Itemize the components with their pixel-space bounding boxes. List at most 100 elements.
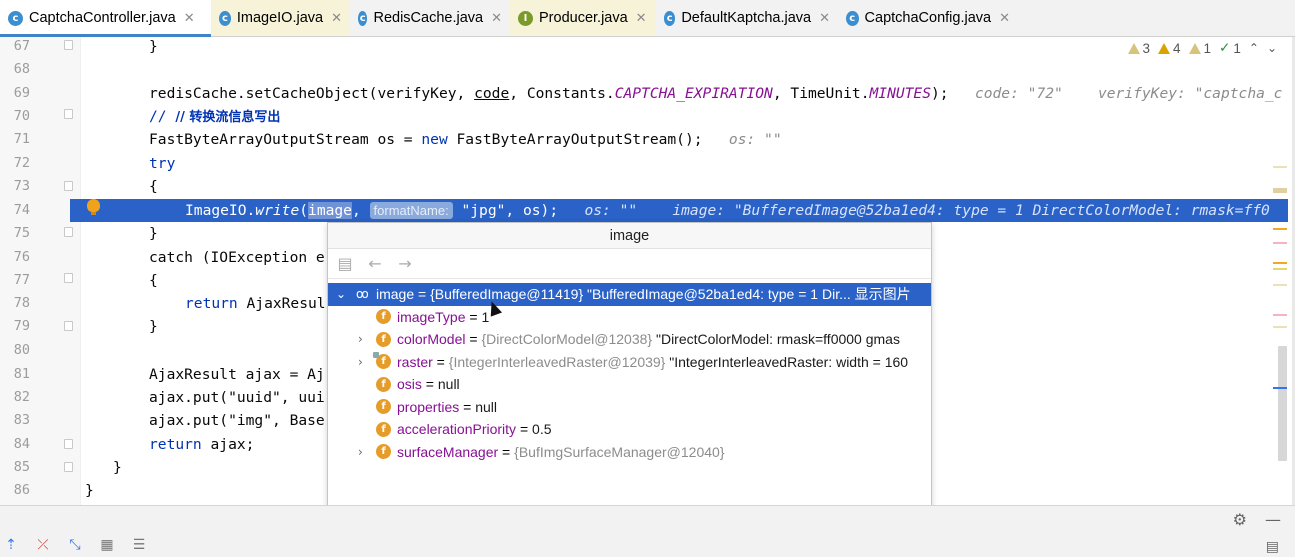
chevron-right-icon[interactable]: ›: [358, 445, 363, 459]
chevron-right-icon[interactable]: ›: [358, 332, 363, 346]
error-stripe-mark[interactable]: [1273, 326, 1287, 328]
code-line-67[interactable]: }: [85, 35, 1283, 58]
fold-marker[interactable]: [64, 181, 73, 191]
fold-marker[interactable]: [64, 109, 73, 119]
line-number[interactable]: 75: [0, 225, 30, 241]
code-text: ,: [351, 202, 370, 219]
tab-defaultkaptcha[interactable]: c DefaultKaptcha.java ✕: [656, 0, 838, 36]
fold-marker[interactable]: [64, 227, 73, 237]
run-to-cursor-icon[interactable]: ⤡: [64, 536, 86, 554]
error-stripe-mark[interactable]: [1273, 387, 1287, 389]
tree-row-surfacemanager[interactable]: › f surfaceManager = {BufImgSurfaceManag…: [328, 441, 931, 464]
chevron-down-icon[interactable]: ⌄: [336, 287, 346, 301]
interface-icon: I: [518, 10, 533, 26]
row-text: osis = null: [397, 376, 460, 393]
popup-title[interactable]: image: [328, 223, 931, 249]
tree-row-accelerationpriority[interactable]: f accelerationPriority = 0.5: [328, 418, 931, 441]
minimize-icon[interactable]: —: [1265, 510, 1281, 529]
error-stripe-mark[interactable]: [1273, 268, 1287, 270]
line-number[interactable]: 72: [0, 155, 30, 171]
error-stripe-mark[interactable]: [1273, 242, 1287, 244]
fold-marker[interactable]: [64, 273, 73, 283]
code-line-73[interactable]: {: [85, 175, 1283, 198]
line-number[interactable]: 80: [0, 342, 30, 358]
fold-marker[interactable]: [64, 40, 73, 50]
layout-icon[interactable]: ▤: [1266, 539, 1279, 555]
line-number[interactable]: 79: [0, 318, 30, 334]
line-number[interactable]: 85: [0, 459, 30, 475]
close-icon[interactable]: ✕: [184, 11, 195, 26]
tree-row-imagetype[interactable]: f imageType = 1: [328, 306, 931, 329]
row-text: accelerationPriority = 0.5: [397, 421, 552, 438]
error-stripe-mark[interactable]: [1273, 314, 1287, 316]
weak-warnings-count[interactable]: 4: [1158, 41, 1181, 56]
tree-row-image[interactable]: ⌄ oo image = {BufferedImage@11419} "Buff…: [328, 283, 931, 306]
tab-captchaconfig[interactable]: c CaptchaConfig.java ✕: [838, 0, 1018, 36]
line-number[interactable]: 83: [0, 412, 30, 428]
field-icon: f: [376, 444, 391, 460]
tree-icon[interactable]: ▤: [336, 254, 354, 273]
code-line-70[interactable]: // // 转换流信息写出: [85, 105, 1283, 128]
fold-marker[interactable]: [64, 439, 73, 449]
line-number[interactable]: 86: [0, 482, 30, 498]
close-icon[interactable]: ✕: [819, 11, 830, 26]
inspection-widget[interactable]: 3 4 1 ✓ 1 ⌃ ⌄: [1127, 40, 1277, 56]
tree-row-osis[interactable]: f osis = null: [328, 373, 931, 396]
passed-count[interactable]: ✓ 1: [1219, 40, 1241, 56]
editor-scrollbar-thumb[interactable]: [1278, 346, 1287, 461]
tab-captcha-controller[interactable]: c CaptchaController.java ✕: [0, 0, 211, 37]
error-stripe-mark[interactable]: [1273, 188, 1287, 193]
chevron-up-icon[interactable]: ⌃: [1249, 41, 1259, 55]
gear-icon[interactable]: ⚙: [1233, 510, 1247, 529]
selected-token[interactable]: image: [308, 202, 352, 219]
chevron-right-icon[interactable]: ›: [358, 355, 363, 369]
row-text: surfaceManager = {BufImgSurfaceManager@1…: [397, 443, 725, 460]
step-out-icon[interactable]: ⇡: [0, 536, 22, 554]
line-number[interactable]: 81: [0, 366, 30, 382]
code-line-74[interactable]: ImageIO.write(image, formatName: "jpg", …: [85, 199, 1283, 222]
close-icon[interactable]: ✕: [636, 11, 647, 26]
typos-count[interactable]: 1: [1188, 41, 1211, 56]
tab-rediscache[interactable]: c RedisCache.java ✕: [350, 0, 510, 36]
fold-marker[interactable]: [64, 321, 73, 331]
forward-arrow-icon[interactable]: →: [396, 254, 414, 273]
trace-icon[interactable]: ☰: [128, 536, 150, 554]
code-line-72[interactable]: try: [85, 152, 1283, 175]
error-stripe-mark[interactable]: [1273, 284, 1287, 286]
line-number[interactable]: 78: [0, 295, 30, 311]
drop-frame-icon[interactable]: ⤫: [32, 536, 54, 554]
tab-label: ImageIO.java: [236, 10, 324, 26]
warnings-count[interactable]: 3: [1127, 41, 1150, 56]
line-number[interactable]: 69: [0, 85, 30, 101]
fold-marker[interactable]: [64, 462, 73, 472]
close-icon[interactable]: ✕: [999, 11, 1010, 26]
tree-row-properties[interactable]: f properties = null: [328, 396, 931, 419]
tab-imageio[interactable]: c ImageIO.java ✕: [211, 0, 350, 36]
code-line-71[interactable]: FastByteArrayOutputStream os = new FastB…: [85, 128, 1283, 151]
line-number[interactable]: 67: [0, 38, 30, 54]
back-arrow-icon[interactable]: ←: [366, 254, 384, 273]
tree-row-colormodel[interactable]: › f colorModel = {DirectColorModel@12038…: [328, 328, 931, 351]
row-text: colorModel = {DirectColorModel@12038} "D…: [397, 331, 900, 348]
error-stripe-mark[interactable]: [1273, 262, 1287, 264]
line-number[interactable]: 68: [0, 61, 30, 77]
tab-producer[interactable]: I Producer.java ✕: [510, 0, 656, 36]
tree-row-raster[interactable]: › f raster = {IntegerInterleavedRaster@1…: [328, 351, 931, 374]
line-number[interactable]: 73: [0, 178, 30, 194]
close-icon[interactable]: ✕: [491, 11, 502, 26]
line-number[interactable]: 74: [0, 202, 30, 218]
code-line-69[interactable]: redisCache.setCacheObject(verifyKey, cod…: [85, 82, 1283, 105]
line-number[interactable]: 76: [0, 249, 30, 265]
line-number[interactable]: 70: [0, 108, 30, 124]
close-icon[interactable]: ✕: [331, 11, 342, 26]
line-number[interactable]: 84: [0, 436, 30, 452]
line-number[interactable]: 82: [0, 389, 30, 405]
var-ref: {BufImgSurfaceManager@12040}: [514, 443, 725, 460]
line-number[interactable]: 77: [0, 272, 30, 288]
evaluate-expression-icon[interactable]: ▦: [96, 536, 118, 554]
field-icon: f: [376, 421, 391, 437]
chevron-down-icon[interactable]: ⌄: [1267, 41, 1277, 55]
error-stripe-mark[interactable]: [1273, 228, 1287, 230]
line-number[interactable]: 71: [0, 131, 30, 147]
error-stripe-mark[interactable]: [1273, 166, 1287, 168]
